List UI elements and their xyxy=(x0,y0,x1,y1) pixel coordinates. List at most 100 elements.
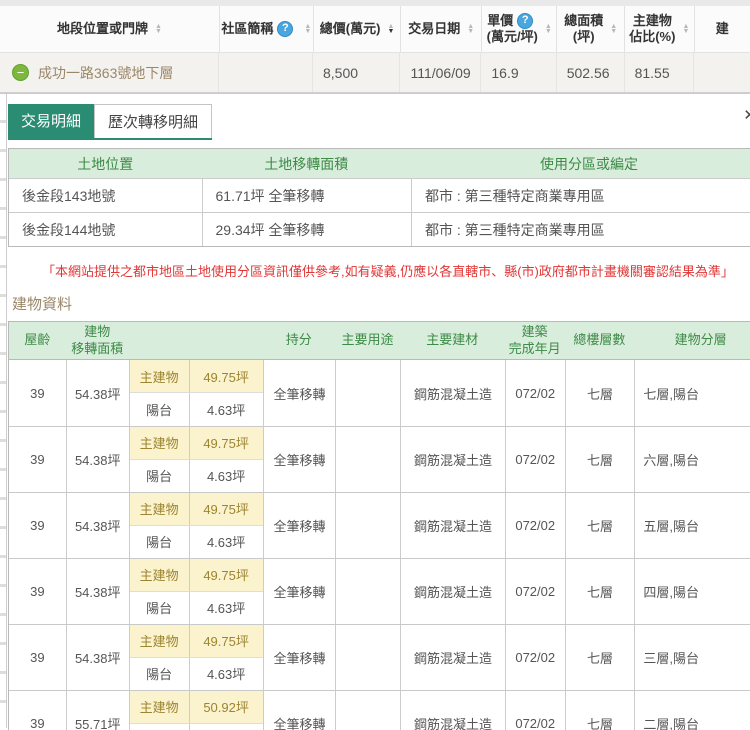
bld-share: 全筆移轉 xyxy=(262,360,336,426)
bld-material: 鋼筋混凝土造 xyxy=(400,427,505,492)
column-header-total-price[interactable]: 總價(萬元) ▲ ▼ xyxy=(312,6,400,52)
part-row-balcony: 陽台 4.63坪 xyxy=(130,591,263,624)
land-row: 後金段144地號 29.34坪 全筆移轉 都市 : 第三種特定商業專用區 xyxy=(9,212,750,246)
bld-total-area: 54.38坪 xyxy=(65,625,129,690)
close-icon[interactable]: ✕ xyxy=(743,106,750,124)
sort-icon[interactable]: ▲ ▼ xyxy=(304,23,311,35)
part-row-balcony: 陽台 4.63坪 xyxy=(130,657,263,690)
bld-header-transfer-area: 建物 移轉面積 xyxy=(71,323,124,356)
bld-share: 全筆移轉 xyxy=(262,427,336,492)
bld-age: 39 xyxy=(30,650,45,665)
part-row-main: 主建物 50.92坪 xyxy=(129,691,263,724)
part-row-main: 主建物 49.75坪 xyxy=(129,625,263,658)
part-area: 49.75坪 xyxy=(203,502,249,518)
help-icon[interactable]: ? xyxy=(517,13,534,30)
panel-left-scrollbar[interactable] xyxy=(0,94,7,728)
date-cell: 111/06/09 xyxy=(399,53,480,92)
part-area: 49.75坪 xyxy=(203,436,249,452)
bld-age: 39 xyxy=(30,385,45,401)
unit-price-cell: 16.9 xyxy=(480,53,555,92)
bld-header-transfer-area-spacer xyxy=(129,322,263,359)
bld-completed: 072/02 xyxy=(504,427,565,492)
part-area: 49.75坪 xyxy=(203,568,249,584)
bld-completed: 072/02 xyxy=(504,691,565,730)
bld-parts: 主建物 49.75坪 陽台 4.63坪 xyxy=(128,493,263,558)
bld-age: 39 xyxy=(30,452,45,467)
help-icon[interactable]: ? xyxy=(277,21,294,37)
bld-completed: 072/02 xyxy=(504,360,565,426)
bld-main-use xyxy=(335,360,400,426)
sort-icon[interactable]: ▲ ▼ xyxy=(545,23,552,35)
total-price-cell: 8,500 xyxy=(312,53,399,92)
address-text: 成功一路363號地下層 xyxy=(38,64,174,81)
part-area: 49.75坪 xyxy=(203,369,249,385)
building-row: 39 54.38坪 主建物 49.75坪 陽台 4.63坪 全筆移轉 鋼筋混凝土… xyxy=(9,426,750,492)
column-header-partial: 建 xyxy=(693,6,750,52)
column-header-main-building-ratio[interactable]: 主建物 佔比(%) ▲ ▼ xyxy=(624,6,694,52)
bld-header-main-use: 主要用途 xyxy=(341,332,394,348)
bld-total-floors: 七層 xyxy=(564,360,635,426)
column-header-community[interactable]: 社區簡稱 ? ▲ ▼ xyxy=(218,6,313,52)
column-label: 主建物 佔比(%) xyxy=(629,12,676,44)
part-row-balcony: 陽台 4.79坪 xyxy=(130,723,263,730)
land-transfer-area: 61.71坪 全筆移轉 xyxy=(201,179,411,212)
land-header-location: 土地位置 xyxy=(77,155,134,172)
bld-total-floors: 七層 xyxy=(564,493,635,558)
column-header-location[interactable]: 地段位置或門牌 ▲ ▼ xyxy=(0,6,219,52)
bld-total-area: 54.38坪 xyxy=(65,559,129,624)
part-row-balcony: 陽台 4.63坪 xyxy=(130,393,263,426)
bld-header-completed: 建築 完成年月 xyxy=(508,323,561,356)
tab-transaction-details[interactable]: 交易明細 xyxy=(8,104,95,138)
bld-total-floors: 七層 xyxy=(564,691,635,730)
sort-icon[interactable]: ▲ ▼ xyxy=(155,23,162,35)
tab-transfer-history[interactable]: 歷次轉移明細 xyxy=(94,104,213,138)
bld-share: 全筆移轉 xyxy=(262,493,336,558)
bld-age: 39 xyxy=(30,716,45,730)
bld-main-use xyxy=(335,493,400,558)
land-header-zoning: 使用分區或編定 xyxy=(539,155,638,172)
bld-level: 二層,陽台 xyxy=(634,691,750,730)
building-row: 39 54.38坪 主建物 49.75坪 陽台 4.63坪 全筆移轉 鋼筋混凝土… xyxy=(9,492,750,558)
column-label: 地段位置或門牌 xyxy=(56,20,148,36)
bld-main-use xyxy=(335,625,400,690)
bld-total-floors: 七層 xyxy=(564,427,635,492)
bld-parts: 主建物 50.92坪 陽台 4.79坪 xyxy=(128,691,263,730)
bld-level: 七層,陽台 xyxy=(634,360,750,426)
collapse-row-icon[interactable]: − xyxy=(12,64,29,81)
part-area: 4.63坪 xyxy=(206,469,246,485)
land-table-header: 土地位置 土地移轉面積 使用分區或編定 xyxy=(9,149,750,178)
bld-parts: 主建物 49.75坪 陽台 4.63坪 xyxy=(128,427,263,492)
main-ratio-cell: 81.55 xyxy=(623,53,694,92)
bld-material: 鋼筋混凝土造 xyxy=(400,559,505,624)
sort-icon[interactable]: ▲ ▼ xyxy=(610,23,617,35)
summary-row[interactable]: − 成功一路363號地下層 8,500 111/06/09 16.9 502.5… xyxy=(0,52,750,93)
land-zoning: 都市 : 第三種特定商業專用區 xyxy=(410,179,750,212)
land-location: 後金段144地號 xyxy=(22,221,116,238)
bld-material: 鋼筋混凝土造 xyxy=(400,691,505,730)
part-name: 主建物 xyxy=(130,625,190,657)
bld-main-use xyxy=(335,559,400,624)
land-zoning: 都市 : 第三種特定商業專用區 xyxy=(410,213,750,246)
column-label: 建 xyxy=(715,20,729,36)
part-area: 4.63坪 xyxy=(206,667,246,683)
total-area-cell: 502.56 xyxy=(555,53,624,92)
building-row: 39 54.38坪 主建物 49.75坪 陽台 4.63坪 全筆移轉 鋼筋混凝土… xyxy=(9,624,750,690)
building-row: 39 54.38坪 主建物 49.75坪 陽台 4.63坪 全筆移轉 鋼筋混凝土… xyxy=(9,558,750,624)
bld-main-use xyxy=(335,691,400,730)
bld-total-area: 54.38坪 xyxy=(65,360,129,426)
bld-total-area: 54.38坪 xyxy=(65,427,129,492)
summary-table-header: 地段位置或門牌 ▲ ▼ 社區簡稱 ? ▲ ▼ 總價(萬元) ▲ ▼ 交易日期 ▲ ▼ 單… xyxy=(0,6,750,52)
bld-level: 六層,陽台 xyxy=(634,427,750,492)
part-name: 主建物 xyxy=(130,559,190,591)
bld-share: 全筆移轉 xyxy=(262,559,336,624)
column-header-total-area[interactable]: 總面積 (坪) ▲ ▼ xyxy=(556,6,624,52)
sort-icon[interactable]: ▲ ▼ xyxy=(467,23,474,35)
part-name: 主建物 xyxy=(130,427,190,459)
sort-icon[interactable]: ▲ ▼ xyxy=(682,23,689,35)
part-name: 主建物 xyxy=(130,360,190,392)
sort-desc-icon[interactable]: ▲ ▼ xyxy=(387,23,394,35)
column-header-date[interactable]: 交易日期 ▲ ▼ xyxy=(400,6,481,52)
bld-total-floors: 七層 xyxy=(564,625,635,690)
part-name: 陽台 xyxy=(130,393,190,426)
column-header-unit-price[interactable]: 單價? (萬元/坪) ▲ ▼ xyxy=(481,6,556,52)
